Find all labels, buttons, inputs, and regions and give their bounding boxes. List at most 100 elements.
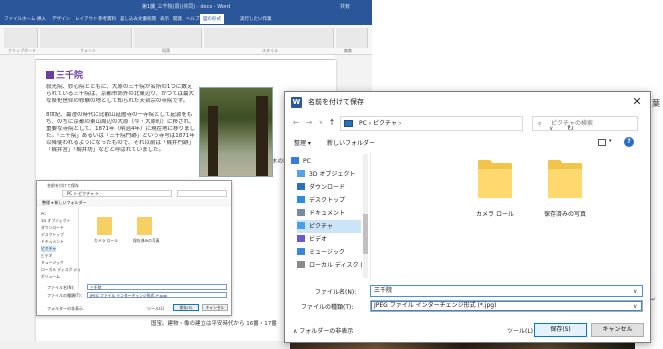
pictures-icon: [297, 222, 305, 229]
search-icon: ⌕: [538, 120, 542, 127]
mini-save-button[interactable]: 保存(S): [173, 304, 199, 311]
view-dropdown-icon[interactable]: ▾: [609, 138, 612, 144]
mini-search-input[interactable]: [177, 190, 227, 197]
ribbon-group-editing[interactable]: [336, 28, 368, 48]
dialog-titlebar[interactable]: W 名前を付けて保存 ✕: [285, 92, 650, 113]
mini-side-item[interactable]: ボリューム: [41, 274, 60, 280]
tab-help[interactable]: ヘルプ: [186, 16, 200, 22]
mini-toolbar: 整理 ▾ 新しいフォルダー: [37, 199, 231, 207]
mini-side-item[interactable]: ミュージック: [41, 260, 64, 266]
share-button[interactable]: 共有: [340, 3, 350, 10]
mini-side-item[interactable]: 3D オブジェクト: [41, 218, 70, 224]
mini-side-item[interactable]: ローカル ディスク (C:): [41, 267, 80, 273]
filename-input[interactable]: 三千院 ∨: [370, 285, 643, 297]
folder-icon[interactable]: [548, 160, 582, 198]
mini-tools-menu[interactable]: ツール(L): [147, 306, 164, 312]
mini-nav-pane: PC 3D オブジェクト ダウンロード デスクトップ ドキュメント ピクチャ ビ…: [37, 207, 80, 287]
nav-item-desktop[interactable]: デスクトップ: [297, 194, 370, 207]
nav-item-label: ローカル ディスク (C: [309, 262, 367, 269]
up-arrow-icon[interactable]: ↑: [326, 117, 338, 129]
nav-item-3d-objects[interactable]: 3D オブジェクト: [297, 168, 370, 181]
view-options-icon[interactable]: [598, 139, 606, 146]
search-input[interactable]: ⌕ ピクチャの検索: [532, 116, 638, 131]
word-ribbon: クリップボード フォント 段落 スタイル 編集: [0, 25, 372, 55]
save-button[interactable]: 保存(S): [534, 323, 587, 337]
doc-line: 重要な寺院として、1871年（明治4年）に現在地に移りまし: [46, 126, 196, 132]
tab-layout[interactable]: レイアウト: [75, 16, 98, 22]
tab-home[interactable]: ホーム: [22, 16, 35, 22]
tab-file[interactable]: ファイル: [4, 16, 22, 22]
mini-cancel-button[interactable]: キャンセル: [202, 304, 228, 311]
filetype-dropdown-icon[interactable]: ∨: [633, 302, 637, 312]
nav-item-downloads[interactable]: ダウンロード: [297, 181, 370, 194]
mini-side-item[interactable]: デスクトップ: [41, 232, 64, 238]
mini-side-item[interactable]: ドキュメント: [41, 239, 64, 245]
mini-side-item-selected[interactable]: ピクチャ: [41, 246, 57, 252]
photo-tree: [256, 96, 268, 176]
ribbon-label-editing: 編集: [344, 48, 352, 53]
ribbon-group-font[interactable]: [40, 28, 132, 48]
filename-dropdown-icon[interactable]: ∨: [633, 287, 637, 297]
nav-item-videos[interactable]: ビデオ: [297, 233, 370, 246]
organize-button[interactable]: 整理 ▾: [294, 138, 311, 147]
ribbon-group-clipboard[interactable]: [4, 28, 38, 48]
tab-view[interactable]: 表示: [160, 16, 169, 22]
mini-filename-input[interactable]: 三千院: [87, 284, 227, 290]
back-arrow-icon[interactable]: ←: [290, 117, 302, 129]
tab-developer[interactable]: 開発: [173, 16, 182, 22]
mini-address-bar[interactable]: PC > ピクチャ >: [62, 190, 172, 197]
tab-references[interactable]: 参考資料: [98, 16, 116, 22]
nav-item-pictures[interactable]: ピクチャ: [297, 220, 361, 233]
nav-item-label: ドキュメント: [309, 210, 346, 217]
ribbon-group-styles[interactable]: [204, 28, 334, 48]
hide-folders-toggle[interactable]: ∧ フォルダーの非表示: [293, 326, 353, 335]
address-path[interactable]: PC › ピクチャ ›: [359, 117, 401, 130]
navigation-pane: PC 3D オブジェクト ダウンロード デスクトップ ドキュメント ピクチャ ビ…: [285, 152, 371, 280]
doc-line: た。「三千院」あるいは「三千院門跡」という寺号は1871年: [46, 133, 195, 139]
cancel-button[interactable]: キャンセル: [591, 323, 644, 337]
nav-item-documents[interactable]: ドキュメント: [297, 207, 370, 220]
doc-line: 8世紀、最澄の時代に比叡山延暦寺の一寺院として起源をも: [46, 112, 193, 118]
folder-label-camera-roll[interactable]: カメラ ロール: [460, 209, 530, 218]
nav-item-label: ミュージック: [309, 249, 345, 256]
mini-side-item[interactable]: PC: [41, 211, 46, 216]
mini-folder-icon[interactable]: [137, 217, 152, 235]
mini-toolbar-text[interactable]: 整理 ▾ 新しいフォルダー: [42, 200, 87, 206]
mini-side-item[interactable]: ビデオ: [41, 253, 52, 259]
tell-me-search[interactable]: 実行したい作業: [240, 16, 272, 22]
tab-review[interactable]: 校閲: [147, 16, 156, 22]
mini-side-item[interactable]: ダウンロード: [41, 225, 64, 231]
nav-pane-scrollbar[interactable]: [363, 154, 368, 278]
help-icon[interactable]: ?: [624, 137, 634, 147]
forward-arrow-icon[interactable]: →: [303, 117, 315, 129]
desktop-icon: [297, 196, 305, 203]
nav-item-music[interactable]: ミュージック: [297, 246, 370, 259]
mini-hide-folders[interactable]: フォルダーの非表示: [47, 306, 83, 312]
mini-filetype-select[interactable]: JPEG ファイル インターチェンジ形式 (*.jpg): [87, 292, 227, 298]
address-bar[interactable]: PC › ピクチャ › ∨ ↻: [340, 116, 574, 133]
nav-item-label: ビデオ: [309, 236, 328, 243]
nav-pane-scroll-thumb[interactable]: [363, 214, 368, 254]
new-folder-button[interactable]: 新しいフォルダー: [327, 138, 375, 147]
folder-label-saved-pictures[interactable]: 保存済みの写真: [530, 209, 600, 218]
mini-save-dialog: 名前を付けて保存 PC > ピクチャ > 整理 ▾ 新しいフォルダー PC 3D…: [36, 180, 232, 316]
mini-dialog-title: 名前を付けて保存: [47, 183, 79, 188]
tab-picture-format[interactable]: 図の形式: [200, 14, 224, 24]
folder-icon[interactable]: [478, 160, 512, 198]
nav-item-pc[interactable]: PC: [291, 155, 369, 168]
dialog-footer: ∧ フォルダーの非表示 ツール(L) ▾ 保存(S) キャンセル: [285, 318, 650, 342]
doc-line: ち、のちに京都の東山周辺の大原（今・大原町）に移され、: [46, 119, 195, 125]
ribbon-group-paragraph[interactable]: [134, 28, 202, 48]
word-ribbon-tabs: ファイル ホーム 挿入 デザイン レイアウト 参考資料 差し込み文書 校閲 表示…: [0, 13, 372, 25]
tab-design[interactable]: デザイン: [52, 16, 70, 22]
tab-insert[interactable]: 挿入: [37, 16, 46, 22]
close-button[interactable]: ✕: [629, 94, 645, 110]
filename-value: 三千院: [374, 287, 393, 294]
nav-item-local-disk[interactable]: ローカル ディスク (C: [297, 259, 370, 272]
tab-mailings[interactable]: 差し込み文書: [120, 16, 147, 22]
mini-folder-icon[interactable]: [97, 217, 112, 235]
temple-photo[interactable]: [200, 88, 272, 176]
filetype-select[interactable]: JPEG ファイル インターチェンジ形式 (*.jpg) ∨: [370, 300, 643, 312]
ribbon-label-clipboard: クリップボード: [8, 48, 36, 53]
save-as-dialog: W 名前を付けて保存 ✕ ← → ∨ ↑ PC › ピクチャ › ∨ ↻ ⌕ ピ…: [284, 91, 651, 343]
